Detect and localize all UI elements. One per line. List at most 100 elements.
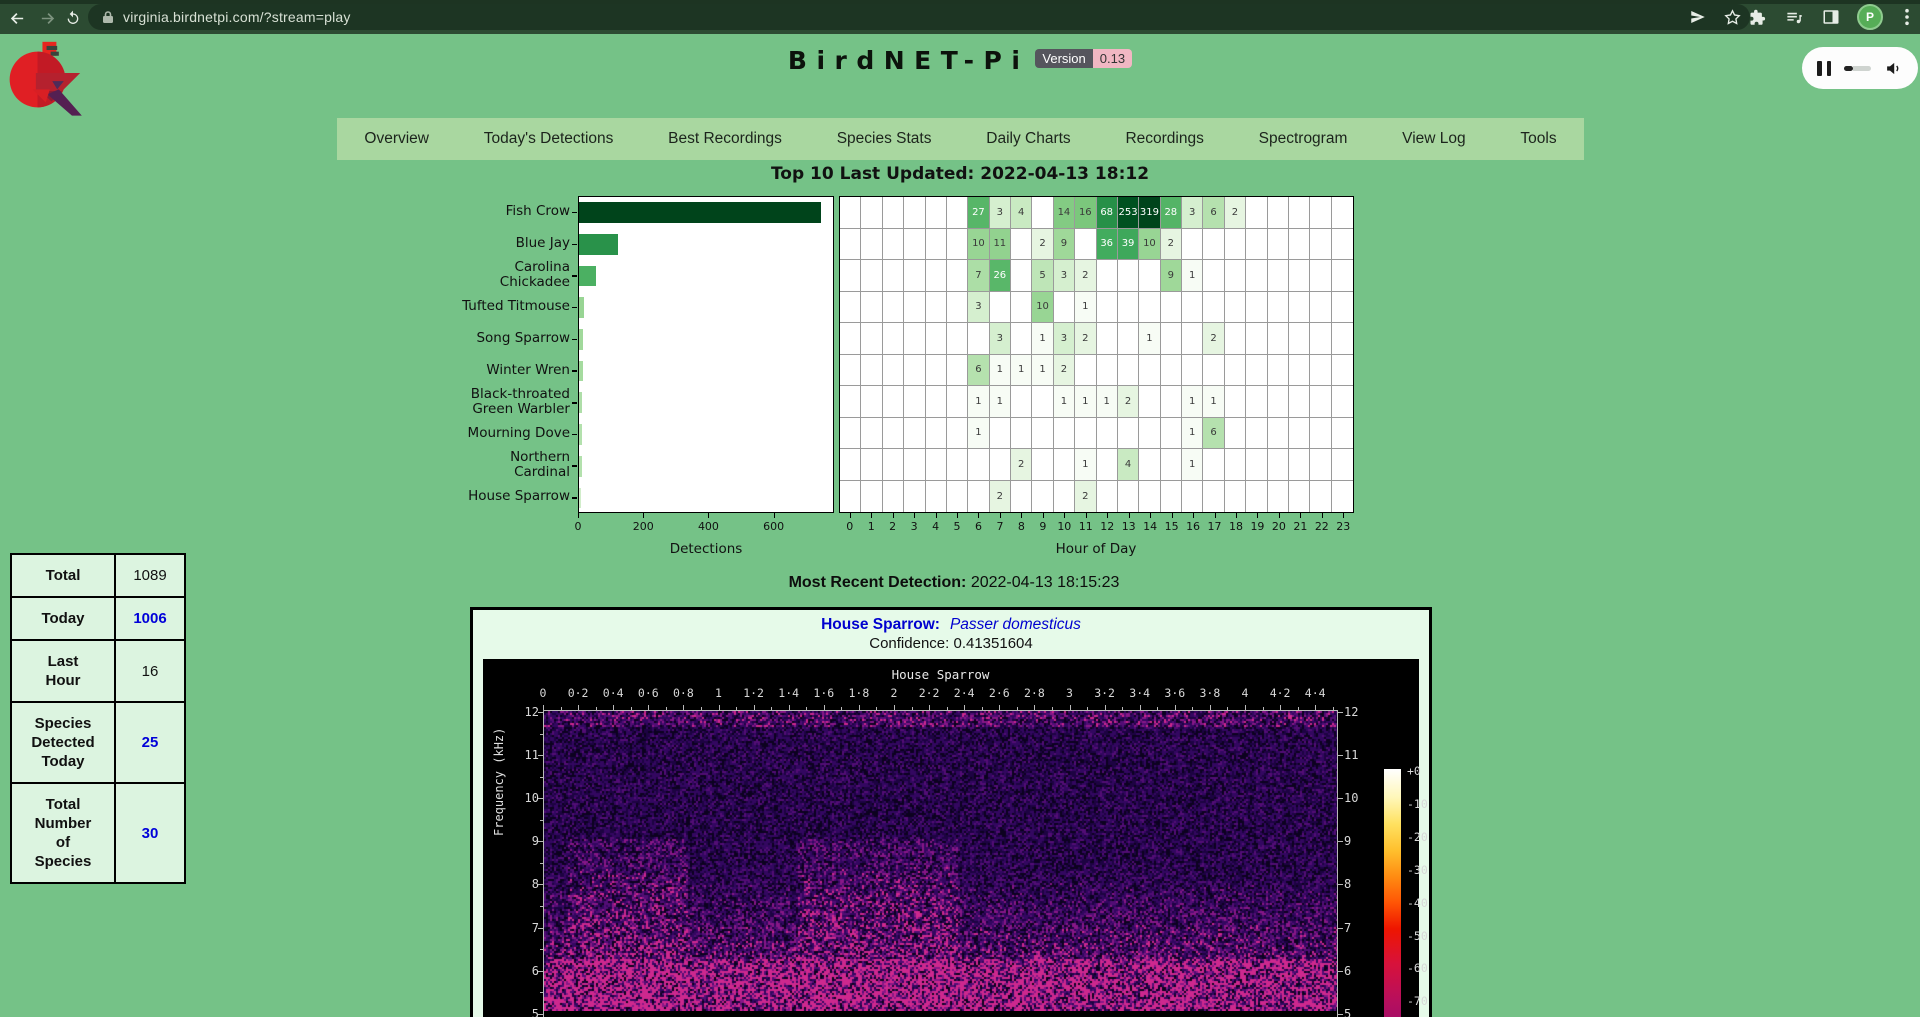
- seek-slider[interactable]: [1844, 66, 1871, 71]
- heatmap-xaxis-ticklabel: 12: [1100, 520, 1114, 533]
- media-controls-icon[interactable]: [1784, 8, 1805, 27]
- heatmap-cell: [1289, 229, 1310, 261]
- bookmark-star-icon[interactable]: [1723, 8, 1742, 27]
- side-panel-icon[interactable]: [1822, 8, 1840, 26]
- heatmap-cell: [947, 449, 968, 481]
- nav-item-spectrogram[interactable]: Spectrogram: [1253, 130, 1354, 148]
- profile-avatar[interactable]: P: [1857, 4, 1883, 30]
- freq-ticklabel-right: 12: [1344, 705, 1358, 719]
- nav-item-daily-charts[interactable]: Daily Charts: [980, 130, 1076, 148]
- colorbar-ticklabel: -70: [1407, 994, 1428, 1008]
- heatmap-cell: 2: [1011, 449, 1032, 481]
- time-tick: [1280, 705, 1281, 710]
- heatmap-cell: [1182, 229, 1203, 261]
- nav-item-species-stats[interactable]: Species Stats: [831, 130, 938, 148]
- heatmap-cell: [968, 481, 989, 513]
- time-minor-tick: [666, 707, 667, 710]
- address-bar[interactable]: virginia.birdnetpi.com/?stream=play: [88, 4, 1750, 30]
- time-minor-tick: [631, 707, 632, 710]
- yaxis-tick: [572, 370, 577, 372]
- extensions-puzzle-icon[interactable]: [1748, 8, 1767, 27]
- bar: [579, 456, 582, 477]
- nav-item-view-log[interactable]: View Log: [1396, 130, 1471, 148]
- heatmap-cell: [840, 386, 861, 418]
- detection-species[interactable]: House Sparrow:: [821, 616, 940, 633]
- time-ticklabel: 1·4: [778, 686, 799, 700]
- yaxis-tick: [572, 402, 577, 404]
- pause-icon[interactable]: [1817, 61, 1831, 76]
- left-spine: [543, 710, 544, 1017]
- heatmap-cell: 1: [1203, 386, 1224, 418]
- heatmap-cell: [904, 386, 925, 418]
- kebab-menu-icon[interactable]: [1900, 8, 1914, 26]
- time-ticklabel: 4·4: [1305, 686, 1326, 700]
- heatmap-cell: [1225, 229, 1246, 261]
- stats-row: Last Hour16: [11, 640, 185, 702]
- freq-minor-tick: [540, 949, 543, 950]
- heatmap-cell: [1310, 449, 1331, 481]
- heatmap-cell: 2: [1161, 229, 1182, 261]
- time-minor-tick: [1122, 707, 1123, 710]
- latest-detection-panel: House Sparrow:Passer domesticus Confiden…: [470, 607, 1432, 1017]
- heatmap-cell: [1161, 292, 1182, 324]
- nav-item-recordings[interactable]: Recordings: [1119, 130, 1209, 148]
- time-tick: [1105, 705, 1106, 710]
- colorbar: [1384, 769, 1401, 1017]
- heatmap-cell: [883, 355, 904, 387]
- heatmap-cell: [1310, 229, 1331, 261]
- stats-value-link[interactable]: 25: [115, 702, 185, 783]
- nav-item-today-s-detections[interactable]: Today's Detections: [478, 130, 620, 148]
- reload-icon: [65, 10, 81, 26]
- heatmap-cell: [1118, 260, 1139, 292]
- heatmap-cell: [1310, 355, 1331, 387]
- freq-tick: [1338, 971, 1343, 972]
- heatmap-cell: [947, 386, 968, 418]
- heatmap-cell: 39: [1118, 229, 1139, 261]
- time-tick: [964, 705, 965, 710]
- send-icon[interactable]: [1689, 8, 1707, 26]
- heatmap-cell: [1289, 481, 1310, 513]
- heatmap-xaxis-ticklabel: 21: [1293, 520, 1307, 533]
- heatmap-cell: [1310, 323, 1331, 355]
- heatmap-cell: [1011, 292, 1032, 324]
- nav-item-best-recordings[interactable]: Best Recordings: [662, 130, 788, 148]
- detection-confidence: Confidence: 0.41351604: [473, 635, 1429, 652]
- nav-item-tools[interactable]: Tools: [1514, 130, 1562, 148]
- heatmap-cell: 5: [1032, 260, 1053, 292]
- recent-label: Most Recent Detection:: [789, 574, 967, 591]
- heatmap-cell: 2: [1054, 355, 1075, 387]
- heatmap-cell: [840, 229, 861, 261]
- time-tick: [1210, 705, 1211, 710]
- bar-xaxis-ticklabel: 600: [763, 520, 784, 533]
- heatmap-cell: [1289, 197, 1310, 229]
- heatmap-cell: [1246, 355, 1267, 387]
- forward-button[interactable]: [36, 7, 58, 29]
- heatmap-xaxis-tick: [1257, 513, 1258, 518]
- volume-icon[interactable]: [1884, 60, 1903, 77]
- freq-ticklabel-right: 5: [1344, 1007, 1351, 1017]
- heatmap-cell: 3: [990, 197, 1011, 229]
- heatmap-cell: [1054, 418, 1075, 450]
- heatmap-cell: [926, 386, 947, 418]
- yaxis-tick: [572, 307, 577, 309]
- back-button[interactable]: [6, 7, 28, 29]
- heatmap-cell: 1: [1182, 386, 1203, 418]
- heatmap-cell: 16: [1075, 197, 1096, 229]
- browser-chrome: virginia.birdnetpi.com/?stream=play P: [0, 0, 1920, 34]
- nav-item-overview[interactable]: Overview: [358, 130, 435, 148]
- audio-player[interactable]: [1802, 47, 1918, 89]
- spectrogram-title: House Sparrow: [543, 667, 1338, 682]
- heatmap-cell: [1161, 386, 1182, 418]
- heatmap-cell: 1: [1011, 355, 1032, 387]
- reload-button[interactable]: [62, 7, 84, 29]
- stats-value-link[interactable]: 30: [115, 783, 185, 883]
- heatmap-cell: [1054, 449, 1075, 481]
- yaxis-tick: [572, 244, 577, 246]
- stats-value-link[interactable]: 1006: [115, 597, 185, 640]
- freq-tick: [1338, 755, 1343, 756]
- bar: [579, 266, 596, 287]
- heatmap-cell: [926, 449, 947, 481]
- heatmap-cell: [1268, 449, 1289, 481]
- detections-bar-chart: [578, 196, 834, 513]
- species-label: Winter Wren: [408, 363, 570, 379]
